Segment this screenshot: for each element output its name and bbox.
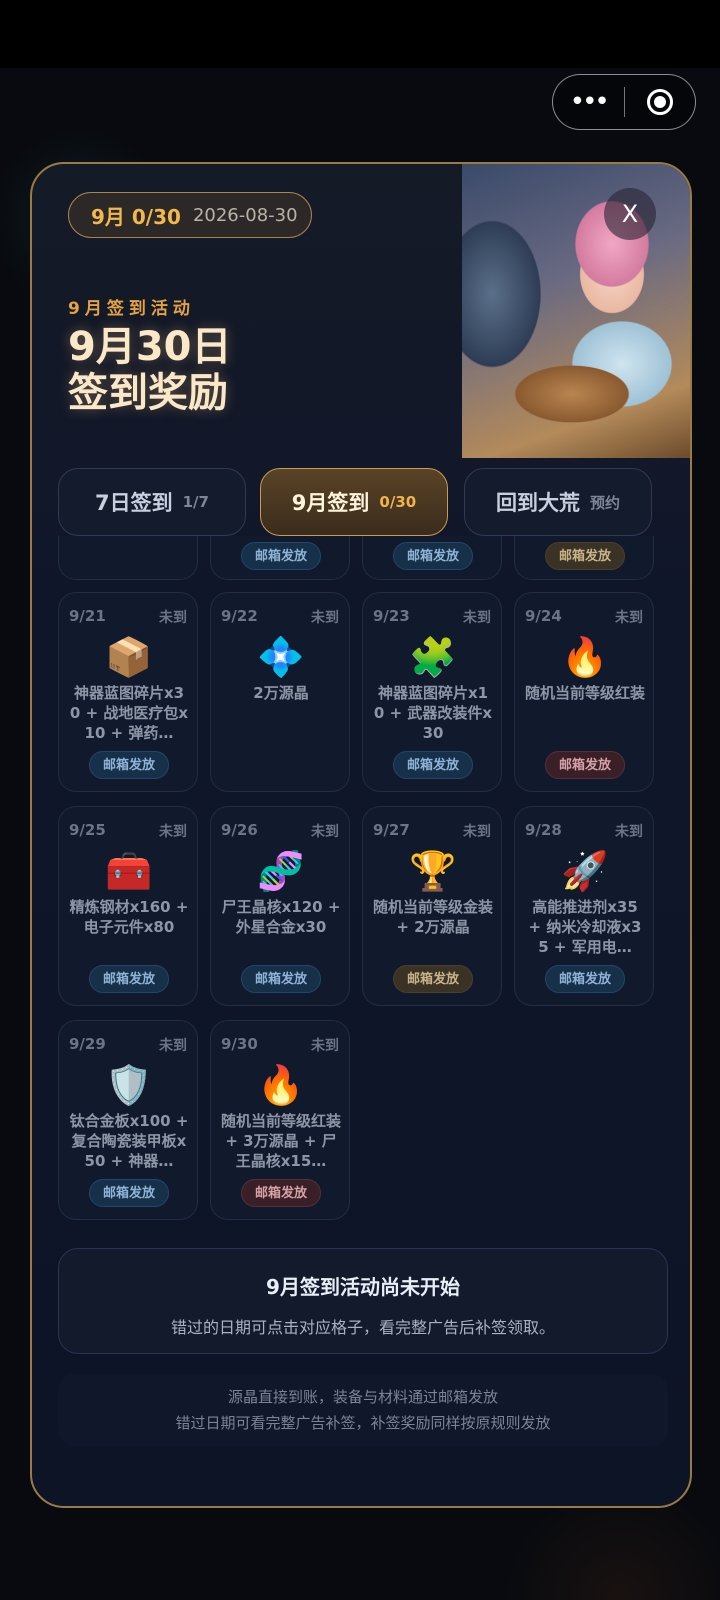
mail-delivery-badge: 邮箱发放 — [545, 751, 625, 779]
tab-count: 1/7 — [182, 493, 209, 511]
reward-text: 随机当前等级红装 — [525, 684, 645, 702]
reward-cell[interactable] — [58, 536, 198, 580]
tab-bar: 7日签到 1/7 9月签到 0/30 回到大荒 预约 — [58, 468, 668, 536]
title-line-2: 签到奖励 — [68, 370, 228, 416]
reward-text: 钛合金板x100 + 复合陶瓷装甲板x50 + 神器… — [69, 1112, 189, 1170]
cell-date: 9/21 — [69, 607, 106, 625]
mail-delivery-badge: 邮箱发放 — [393, 751, 473, 779]
tab-count: 预约 — [589, 493, 620, 512]
mail-delivery-badge: 邮箱发放 — [89, 965, 169, 993]
page-title: 9月30日 签到奖励 — [68, 324, 232, 416]
mail-delivery-badge: 邮箱发放 — [89, 1179, 169, 1207]
mail-delivery-badge: 邮箱发放 — [545, 965, 625, 993]
event-label: 9月签到活动 — [68, 299, 195, 319]
footer-note: 源晶直接到账，装备与材料通过邮箱发放 错过日期可看完整广告补签，补签奖励同样按原… — [58, 1374, 668, 1446]
footer-line-2: 错过日期可看完整广告补签，补签奖励同样按原规则发放 — [175, 1414, 551, 1432]
cell-status: 未到 — [311, 824, 339, 840]
reward-text: 尸王晶核x120 + 外星合金x30 — [221, 898, 341, 936]
reward-cell[interactable]: 邮箱发放 — [210, 536, 350, 580]
reward-text: 随机当前等级金装 + 2万源晶 — [373, 898, 493, 936]
cell-status: 未到 — [463, 610, 491, 626]
reward-icon: 🧬 — [257, 849, 305, 893]
reward-icon: 🛡️ — [105, 1063, 153, 1107]
cell-status: 未到 — [615, 610, 643, 626]
cell-status: 未到 — [615, 824, 643, 840]
cell-status: 未到 — [311, 1038, 339, 1054]
cell-date: 9/23 — [373, 607, 410, 625]
mail-delivery-badge: 邮箱发放 — [241, 965, 321, 993]
reward-cell[interactable]: 9/26 未到 🧬 尸王晶核x120 + 外星合金x30 邮箱发放 — [210, 806, 350, 1006]
reward-cell[interactable]: 9/23 未到 🧩 神器蓝图碎片x10 + 武器改装件x30 邮箱发放 — [362, 592, 502, 792]
reward-icon: 📦 — [105, 635, 153, 679]
reward-cell[interactable]: 9/28 未到 🚀 高能推进剂x35 + 纳米冷却液x35 + 军用电… 邮箱发放 — [514, 806, 654, 1006]
exit-button[interactable] — [625, 89, 696, 115]
target-icon — [646, 89, 673, 115]
reward-icon: 🏆 — [409, 849, 457, 893]
tab-7day[interactable]: 7日签到 1/7 — [58, 468, 246, 536]
reward-icon: 🔥 — [257, 1063, 305, 1107]
reward-text: 精炼钢材x160 + 电子元件x80 — [69, 898, 189, 936]
reward-cell[interactable]: 邮箱发放 — [514, 536, 654, 580]
footer-line-1: 源晶直接到账，装备与材料通过邮箱发放 — [227, 1388, 498, 1406]
tab-count: 0/30 — [379, 493, 417, 511]
reward-icon: 🧩 — [409, 635, 457, 679]
mail-delivery-badge: 邮箱发放 — [393, 965, 473, 993]
cell-date: 9/24 — [525, 607, 562, 625]
cell-date: 9/22 — [221, 607, 258, 625]
reward-grid[interactable]: 邮箱发放 邮箱发放 邮箱发放 9/21 未到 📦 神器蓝图碎片x30 + 战地医疗包x10 … — [58, 536, 668, 1226]
tab-september[interactable]: 9月签到 0/30 — [260, 468, 448, 536]
cell-date: 9/29 — [69, 1035, 106, 1053]
mail-delivery-badge: 邮箱发放 — [241, 1179, 321, 1207]
reward-text: 神器蓝图碎片x10 + 武器改装件x30 — [373, 684, 493, 742]
reward-cell[interactable]: 9/22 未到 💠 2万源晶 — [210, 592, 350, 792]
reward-cell[interactable]: 9/30 未到 🔥 随机当前等级红装 + 3万源晶 + 尸王晶核x15… 邮箱发放 — [210, 1020, 350, 1220]
progress-badge: 9月 0/30 2026-08-30 — [68, 192, 312, 238]
tab-label: 9月签到 — [291, 491, 370, 515]
reward-cell[interactable]: 9/27 未到 🏆 随机当前等级金装 + 2万源晶邮箱发放 — [362, 806, 502, 1006]
reward-cell[interactable]: 9/24 未到 🔥 随机当前等级红装邮箱发放 — [514, 592, 654, 792]
close-button[interactable]: X — [604, 188, 656, 240]
cell-status: 未到 — [311, 610, 339, 626]
mini-program-capsule: ••• — [552, 74, 696, 130]
current-date: 2026-08-30 — [192, 204, 298, 226]
mail-delivery-badge: 邮箱发放 — [241, 542, 321, 570]
checkin-modal: X 9月 0/30 2026-08-30 9月签到活动 9月30日 签到奖励 7… — [30, 162, 692, 1508]
mail-delivery-badge: 邮箱发放 — [89, 751, 169, 779]
reward-icon: 🚀 — [561, 849, 609, 893]
notice-text: 错过的日期可点击对应格子，看完整广告后补签领取。 — [170, 1318, 555, 1337]
cell-date: 9/26 — [221, 821, 258, 839]
reward-text: 2万源晶 — [253, 684, 309, 702]
mail-delivery-badge: 邮箱发放 — [545, 542, 625, 570]
cell-date: 9/28 — [525, 821, 562, 839]
reward-icon: 💠 — [257, 635, 305, 679]
cell-date: 9/27 — [373, 821, 410, 839]
notice-box: 9月签到活动尚未开始 错过的日期可点击对应格子，看完整广告后补签领取。 — [58, 1248, 668, 1354]
cell-status: 未到 — [463, 824, 491, 840]
reward-cell[interactable]: 9/29 未到 🛡️ 钛合金板x100 + 复合陶瓷装甲板x50 + 神器… 邮箱发放 — [58, 1020, 198, 1220]
cell-date: 9/30 — [221, 1035, 258, 1053]
tab-return[interactable]: 回到大荒 预约 — [464, 468, 652, 536]
reward-cell[interactable]: 9/21 未到 📦 神器蓝图碎片x30 + 战地医疗包x10 + 弹药… 邮箱发放 — [58, 592, 198, 792]
reward-cell[interactable]: 9/25 未到 🧰 精炼钢材x160 + 电子元件x80 邮箱发放 — [58, 806, 198, 1006]
tab-label: 回到大荒 — [495, 491, 580, 515]
reward-icon: 🧰 — [105, 849, 153, 893]
cell-date: 9/25 — [69, 821, 106, 839]
cell-status: 未到 — [159, 610, 187, 626]
reward-text: 神器蓝图碎片x30 + 战地医疗包x10 + 弹药… — [69, 684, 189, 742]
cell-status: 未到 — [159, 824, 187, 840]
reward-text: 高能推进剂x35 + 纳米冷却液x35 + 军用电… — [528, 898, 642, 956]
cell-status: 未到 — [159, 1038, 187, 1054]
status-bar — [0, 0, 720, 68]
reward-icon: 🔥 — [561, 635, 609, 679]
tab-label: 7日签到 — [95, 491, 173, 515]
mail-delivery-badge: 邮箱发放 — [393, 542, 473, 570]
more-dots-icon[interactable]: ••• — [553, 74, 624, 130]
title-line-1: 9月30日 — [68, 324, 232, 370]
reward-cell[interactable]: 邮箱发放 — [362, 536, 502, 580]
month-progress: 9月 0/30 — [91, 204, 181, 229]
character-illustration — [462, 164, 690, 458]
reward-text: 随机当前等级红装 + 3万源晶 + 尸王晶核x15… — [221, 1112, 341, 1170]
notice-title: 9月签到活动尚未开始 — [266, 1275, 460, 1299]
